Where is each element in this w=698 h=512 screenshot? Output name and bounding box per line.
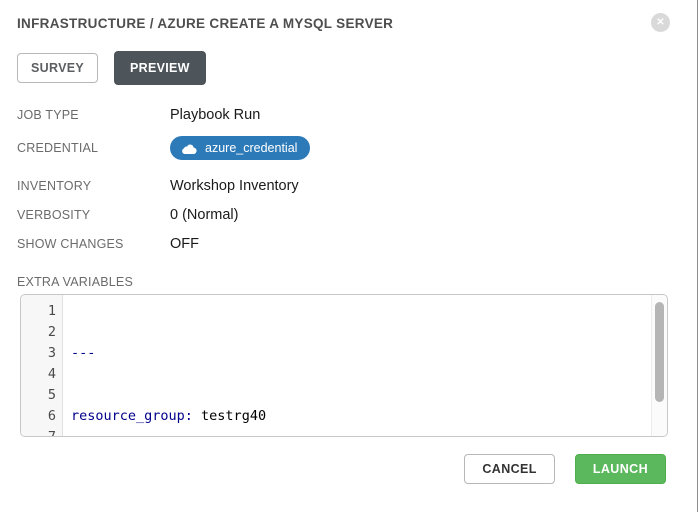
tab-survey[interactable]: SURVEY bbox=[17, 53, 98, 83]
verbosity-label: VERBOSITY bbox=[17, 208, 170, 222]
code-line: --- bbox=[71, 343, 651, 364]
cloud-icon bbox=[181, 143, 197, 154]
extra-variables-label: EXTRA VARIABLES bbox=[17, 275, 680, 289]
line-number: 3 bbox=[21, 343, 62, 364]
verbosity-value: 0 (Normal) bbox=[170, 207, 238, 223]
line-number: 7 bbox=[21, 427, 62, 437]
scrollbar-thumb[interactable] bbox=[655, 302, 664, 402]
launch-button[interactable]: LAUNCH bbox=[575, 454, 666, 484]
line-number: 4 bbox=[21, 364, 62, 385]
details-section: JOB TYPE Playbook Run CREDENTIAL azure_c… bbox=[0, 85, 697, 252]
line-number: 6 bbox=[21, 406, 62, 427]
show-changes-value: OFF bbox=[170, 236, 199, 252]
row-credential: CREDENTIAL azure_credential bbox=[17, 136, 680, 160]
editor-line-number-gutter: 1 2 3 4 5 6 7 bbox=[21, 295, 63, 436]
close-icon[interactable]: ✕ bbox=[651, 13, 670, 32]
credential-badge-label: azure_credential bbox=[205, 141, 297, 155]
editor-code-area[interactable]: --- resource_group: testrg40 location: e… bbox=[64, 295, 651, 436]
line-number: 2 bbox=[21, 322, 62, 343]
credential-badge[interactable]: azure_credential bbox=[170, 136, 310, 160]
job-type-value: Playbook Run bbox=[170, 107, 260, 123]
extra-variables-editor[interactable]: 1 2 3 4 5 6 7 --- resource_group: testrg… bbox=[20, 294, 668, 437]
tab-preview[interactable]: PREVIEW bbox=[114, 51, 206, 85]
row-show-changes: SHOW CHANGES OFF bbox=[17, 236, 680, 252]
code-line: resource_group: testrg40 bbox=[71, 406, 651, 427]
row-verbosity: VERBOSITY 0 (Normal) bbox=[17, 207, 680, 223]
line-number: 5 bbox=[21, 385, 62, 406]
credential-label: CREDENTIAL bbox=[17, 141, 170, 155]
tabs-row: SURVEY PREVIEW bbox=[0, 31, 697, 85]
launch-preview-modal: INFRASTRUCTURE / AZURE CREATE A MYSQL SE… bbox=[0, 0, 698, 512]
row-job-type: JOB TYPE Playbook Run bbox=[17, 107, 680, 123]
modal-title: INFRASTRUCTURE / AZURE CREATE A MYSQL SE… bbox=[17, 16, 680, 31]
show-changes-label: SHOW CHANGES bbox=[17, 237, 170, 251]
extra-variables-section: EXTRA VARIABLES 1 2 3 4 5 6 7 --- resour… bbox=[0, 265, 697, 437]
modal-footer: CANCEL LAUNCH bbox=[464, 454, 666, 484]
row-inventory: INVENTORY Workshop Inventory bbox=[17, 178, 680, 194]
modal-header: INFRASTRUCTURE / AZURE CREATE A MYSQL SE… bbox=[0, 0, 697, 31]
cancel-button[interactable]: CANCEL bbox=[464, 454, 554, 484]
editor-scrollbar[interactable] bbox=[651, 295, 667, 436]
inventory-label: INVENTORY bbox=[17, 179, 170, 193]
inventory-value: Workshop Inventory bbox=[170, 178, 299, 194]
line-number: 1 bbox=[21, 301, 62, 322]
job-type-label: JOB TYPE bbox=[17, 108, 170, 122]
